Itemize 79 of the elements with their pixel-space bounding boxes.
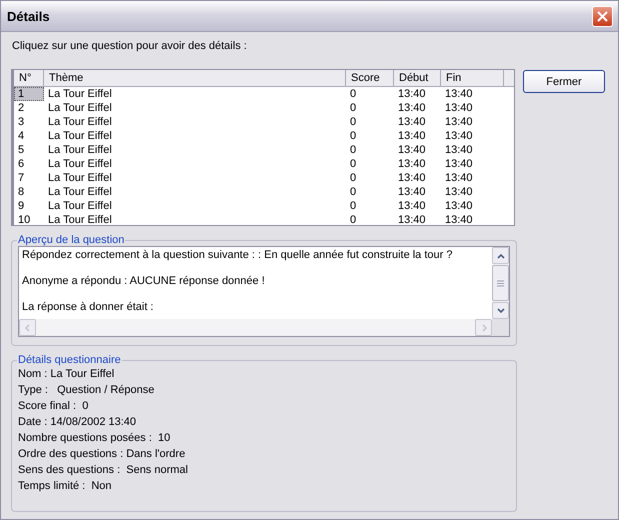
detail-line: Ordre des questions : Dans l'ordre (18, 448, 186, 461)
table-cell[interactable]: 0 (346, 87, 394, 101)
preview-line: Anonyme a répondu : AUCUNE réponse donnée ! (22, 275, 266, 287)
table-cell[interactable]: La Tour Eiffel (44, 157, 346, 171)
table-cell[interactable]: 9 (14, 199, 44, 213)
table-cell[interactable]: 13:40 (394, 129, 441, 143)
detail-line: Sens des questions : Sens normal (18, 464, 189, 477)
table-cell[interactable]: 0 (346, 185, 394, 199)
table-cell[interactable]: 5 (14, 143, 44, 157)
detail-line: Nom : La Tour Eiffel (18, 368, 116, 381)
table-cell[interactable]: 1 (14, 87, 44, 101)
column-header[interactable]: N° (14, 70, 44, 87)
table-cell[interactable]: 13:40 (441, 199, 504, 213)
column-header[interactable]: Score (346, 70, 394, 87)
table-cell[interactable]: 0 (346, 115, 394, 129)
close-icon (597, 10, 608, 22)
table-cell[interactable]: 0 (346, 199, 394, 213)
scroll-up-icon[interactable] (492, 247, 509, 264)
header-filler (504, 70, 514, 87)
table-cell[interactable]: 13:40 (441, 129, 504, 143)
column-header[interactable]: Début (394, 70, 441, 87)
window-title: Détails (7, 8, 50, 24)
detail-line: Temps limité : Non (18, 480, 113, 493)
table-cell[interactable]: La Tour Eiffel (44, 171, 346, 185)
table-cell[interactable]: 4 (14, 129, 44, 143)
column-header[interactable]: Thème (44, 70, 346, 87)
close-dialog-button[interactable]: Fermer (523, 70, 605, 93)
table-cell[interactable]: 13:40 (441, 171, 504, 185)
table-cell[interactable]: 13:40 (394, 213, 441, 225)
table-cell[interactable]: 13:40 (394, 143, 441, 157)
detail-line: Type : Question / Réponse (18, 384, 156, 397)
table-cell[interactable]: La Tour Eiffel (44, 87, 346, 101)
table-cell[interactable]: La Tour Eiffel (44, 115, 346, 129)
detail-line: Score final : 0 (18, 400, 90, 413)
table-cell[interactable]: 0 (346, 171, 394, 185)
detail-line: Nombre questions posées : 10 (18, 432, 172, 445)
scrollbar-corner (492, 319, 509, 336)
table-cell[interactable]: 13:40 (441, 87, 504, 101)
table-cell[interactable]: 13:40 (441, 185, 504, 199)
column-header[interactable]: Fin (441, 70, 504, 87)
group-title: Détails questionnaire (17, 354, 122, 366)
table-cell[interactable]: 13:40 (394, 171, 441, 185)
table-cell[interactable]: 13:40 (394, 115, 441, 129)
table-cell[interactable]: 13:40 (441, 157, 504, 171)
scroll-down-icon[interactable] (492, 302, 509, 319)
table-cell[interactable]: La Tour Eiffel (44, 143, 346, 157)
table-cell[interactable]: 0 (346, 157, 394, 171)
table-cell[interactable]: La Tour Eiffel (44, 101, 346, 115)
detail-line: Date : 14/08/2002 13:40 (18, 416, 138, 429)
table-cell[interactable]: 13:40 (394, 87, 441, 101)
table-cell[interactable]: 13:40 (441, 143, 504, 157)
table-cell[interactable]: 13:40 (441, 213, 504, 225)
table-cell[interactable]: La Tour Eiffel (44, 129, 346, 143)
table-cell[interactable]: 0 (346, 101, 394, 115)
table-cell[interactable]: La Tour Eiffel (44, 185, 346, 199)
preview-text-area[interactable]: Répondez correctement à la question suivante : : En quelle année fut construite la tour ? Anonyme a répondu : AUCUNE réponse donnée ! La réponse à donner était : (18, 246, 510, 337)
table-cell[interactable]: La Tour Eiffel (44, 199, 346, 213)
table-cell[interactable]: 6 (14, 157, 44, 171)
group-title: Aperçu de la question (17, 234, 126, 246)
table-cell[interactable]: 13:40 (394, 199, 441, 213)
table-cell[interactable]: 2 (14, 101, 44, 115)
table-cell[interactable]: 3 (14, 115, 44, 129)
table-cell[interactable]: 13:40 (394, 185, 441, 199)
table-cell[interactable]: 0 (346, 129, 394, 143)
table-cell[interactable]: La Tour Eiffel (44, 213, 346, 225)
table-cell[interactable]: 0 (346, 143, 394, 157)
preview-line: La réponse à donner était : (22, 301, 154, 313)
table-cell[interactable]: 13:40 (394, 157, 441, 171)
table-cell[interactable]: 13:40 (441, 115, 504, 129)
table-cell[interactable]: 10 (14, 213, 44, 225)
table-cell[interactable]: 7 (14, 171, 44, 185)
table-cell[interactable]: 13:40 (394, 101, 441, 115)
scroll-thumb[interactable] (492, 265, 509, 301)
instruction-text: Cliquez sur une question pour avoir des détails : (11, 40, 248, 54)
table-cell[interactable]: 8 (14, 185, 44, 199)
table-cell[interactable]: 0 (346, 213, 394, 225)
preview-line: Répondez correctement à la question suivante : : En quelle année fut construite la tour ? (22, 249, 454, 261)
table-cell[interactable]: 13:40 (441, 101, 504, 115)
close-button[interactable] (592, 6, 613, 26)
